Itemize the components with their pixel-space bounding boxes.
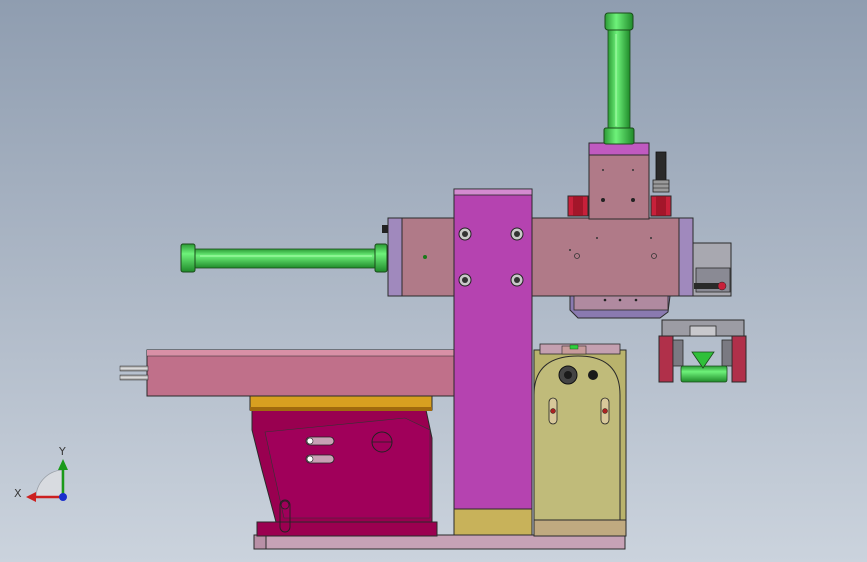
crimson-angled-base[interactable] xyxy=(251,409,433,533)
x-axis-label: X xyxy=(14,487,22,500)
adjustment-slot xyxy=(305,436,335,446)
bolt xyxy=(510,227,524,241)
locating-hole xyxy=(588,370,598,380)
y-axis-arrow xyxy=(58,459,68,470)
cylinder-mount-block[interactable] xyxy=(588,142,650,220)
vertical-cylinder[interactable] xyxy=(603,12,635,145)
horizontal-arm[interactable] xyxy=(387,217,694,297)
gripper-jaw-left[interactable] xyxy=(658,335,684,383)
x-axis-arrow xyxy=(26,492,36,502)
gripped-part[interactable] xyxy=(680,351,728,383)
sensor-fitting[interactable] xyxy=(652,151,670,193)
vertical-slot xyxy=(548,397,558,425)
z-axis-dot xyxy=(59,493,67,501)
bolt xyxy=(458,273,472,287)
bolt xyxy=(458,227,472,241)
horizontal-cylinder[interactable] xyxy=(180,225,388,273)
horizontal-slide[interactable] xyxy=(146,349,458,397)
red-clamp-right[interactable] xyxy=(650,195,672,217)
gripper-body[interactable] xyxy=(661,319,745,337)
coordinate-triad: Y X xyxy=(14,445,68,502)
red-clamp-left[interactable] xyxy=(567,195,589,217)
arm-lower-carriage[interactable] xyxy=(569,295,671,319)
adjustment-slot xyxy=(305,454,335,464)
cad-viewport[interactable]: Y X xyxy=(0,0,867,562)
gripper-side-block[interactable] xyxy=(692,242,732,297)
vertical-column[interactable] xyxy=(453,188,533,536)
y-axis-label: Y xyxy=(58,445,66,458)
bolt xyxy=(510,273,524,287)
slide-guide-rods xyxy=(119,365,149,381)
vertical-slot xyxy=(600,397,610,425)
olive-support-block[interactable] xyxy=(533,343,627,537)
